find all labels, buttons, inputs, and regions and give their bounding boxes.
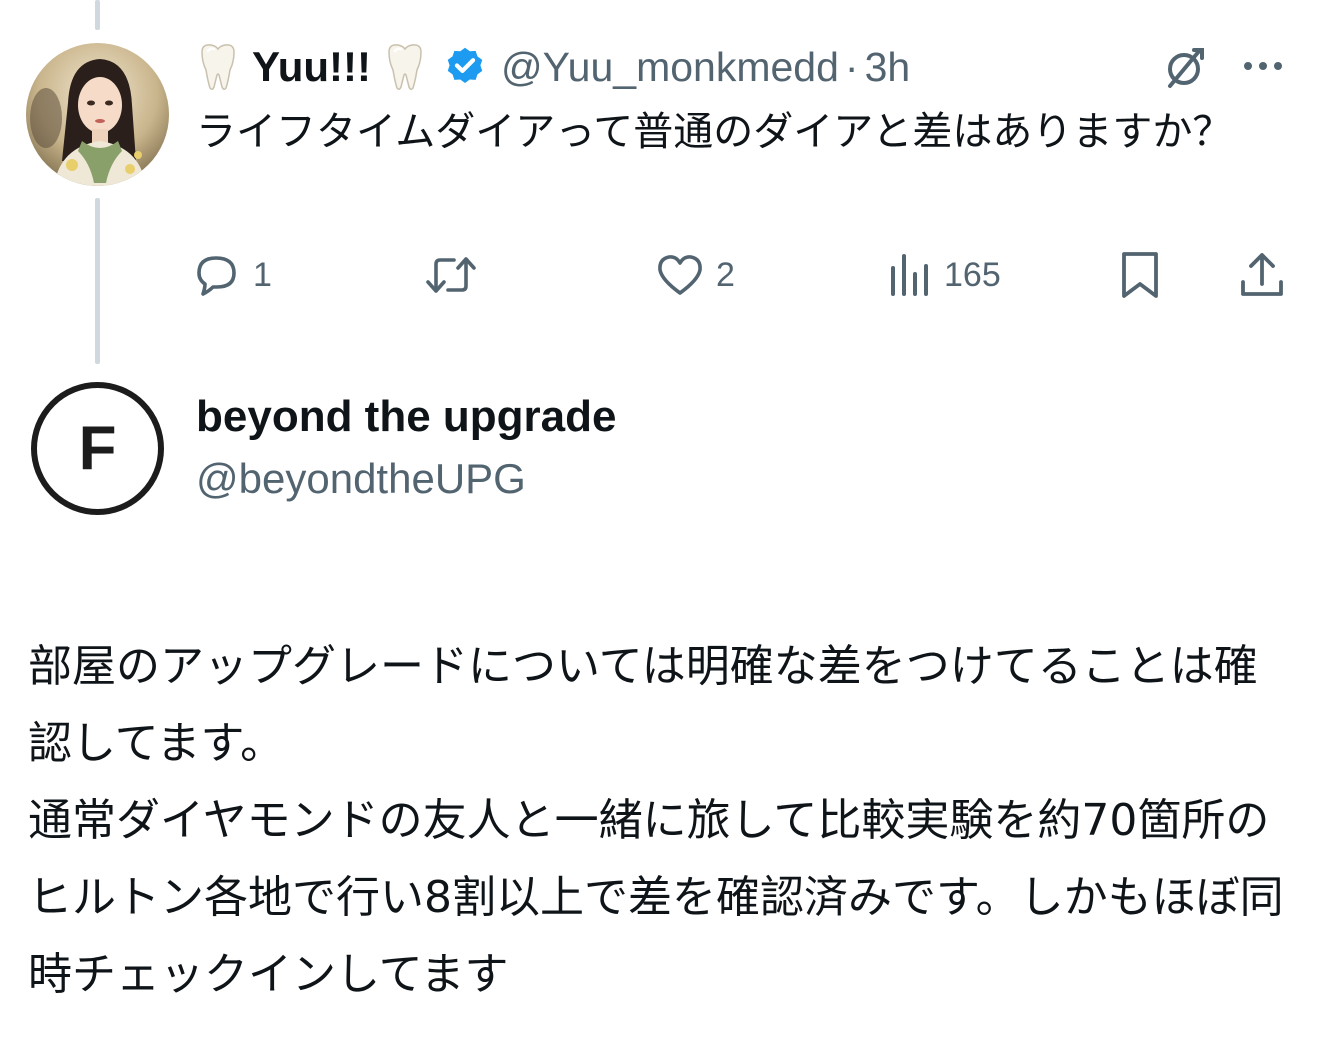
bookmark-icon	[1122, 252, 1158, 298]
avatar-portrait-image	[26, 43, 169, 186]
bookmark-button[interactable]	[1118, 245, 1162, 305]
verified-badge-icon[interactable]	[443, 45, 487, 89]
reply-button[interactable]: 1	[195, 245, 272, 305]
tooth-icon	[201, 44, 235, 91]
user-handle[interactable]: @Yuu_monkmedd	[501, 44, 839, 91]
views-button[interactable]: 165	[888, 245, 1001, 305]
thread-line-top	[95, 0, 100, 30]
views-icon	[891, 254, 928, 296]
share-button[interactable]	[1238, 245, 1286, 305]
repost-button[interactable]	[424, 245, 490, 305]
tooth-icon	[388, 44, 422, 91]
tweet-text: ライフタイムダイアって普通のダイアと差はありますか？	[196, 109, 1233, 155]
display-name[interactable]: Yuu!!!	[252, 43, 371, 91]
avatar-beyond-the-upgrade[interactable]: F	[31, 382, 164, 515]
avatar-letter: F	[78, 414, 117, 483]
more-options-icon[interactable]	[1240, 56, 1286, 76]
tweet-header: Yuu!!! @Yuu_monkmedd · 3h	[196, 36, 1306, 98]
grok-icon[interactable]	[1160, 44, 1208, 92]
avatar-yuu[interactable]	[26, 43, 169, 186]
heart-icon	[658, 255, 702, 295]
timestamp[interactable]: 3h	[865, 44, 911, 91]
tweet-actions-bar: 1 2 165	[0, 245, 1319, 305]
reply-tweet-text: 部屋のアップグレードについては明確な差をつけてることは確認してます。 通常ダイヤ…	[28, 641, 1284, 1000]
reply-count: 1	[253, 255, 272, 294]
share-icon	[1241, 253, 1283, 296]
separator: ·	[844, 43, 859, 90]
views-count: 165	[944, 255, 1001, 294]
reply-display-name[interactable]: beyond the upgrade	[196, 392, 616, 442]
like-button[interactable]: 2	[656, 245, 735, 305]
reply-icon	[197, 256, 236, 296]
repost-icon	[426, 257, 476, 293]
reply-user-handle[interactable]: @beyondtheUPG	[196, 455, 526, 503]
like-count: 2	[716, 255, 735, 294]
tweet-thread: Yuu!!! @Yuu_monkmedd · 3h ライフタイムダイアって普通の…	[0, 0, 1319, 1055]
